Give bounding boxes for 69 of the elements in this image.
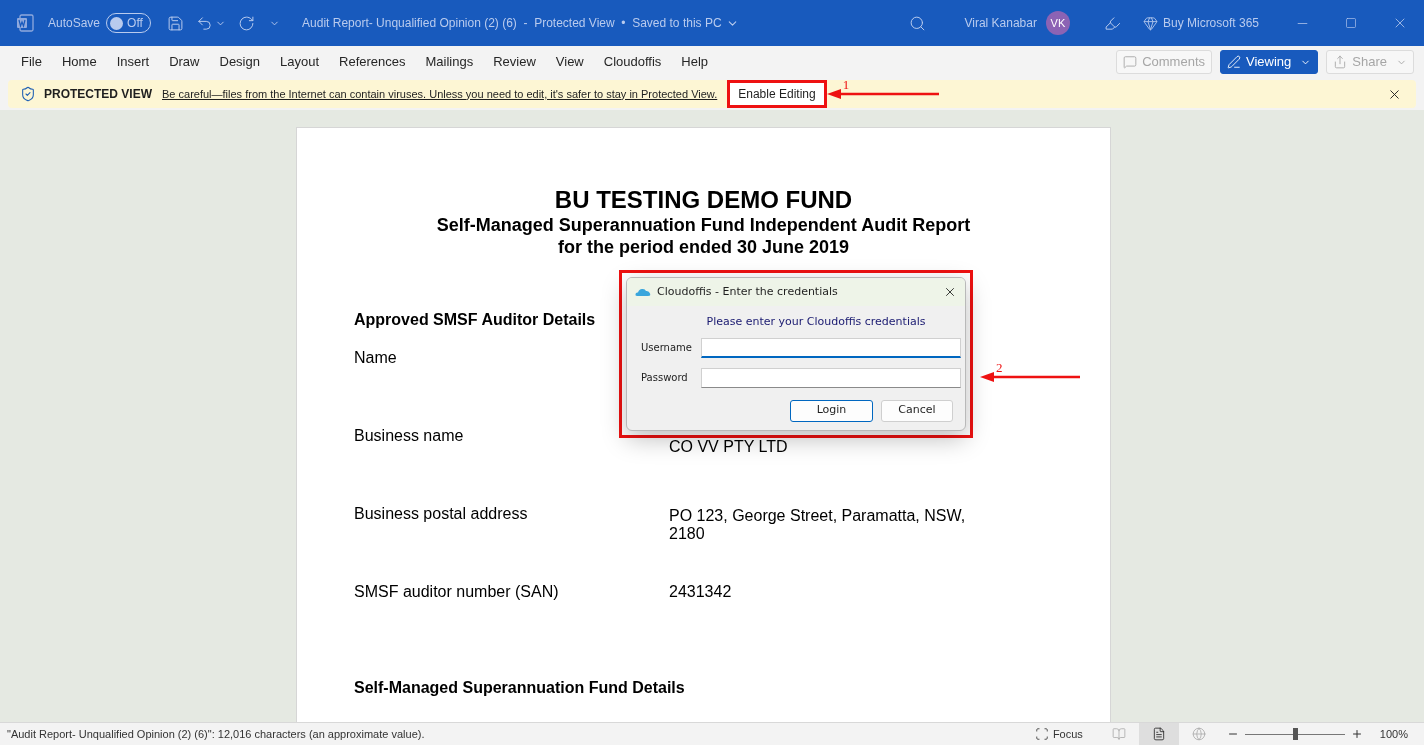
focus-icon: [1034, 727, 1049, 741]
field-value: 2431342: [669, 583, 732, 601]
dialog-prompt: Please enter your Cloudoffis credentials: [706, 314, 926, 330]
zoom-thumb[interactable]: [1292, 728, 1298, 740]
ribbon-tab[interactable]: Help: [681, 52, 709, 72]
buy-link[interactable]: Buy Microsoft 365: [1162, 14, 1259, 32]
zoom-slider[interactable]: [1244, 728, 1345, 740]
document-subtitle: Self-Managed Superannuation Fund Independent Audit Report: [436, 214, 971, 236]
focus-button[interactable]: Focus: [1034, 725, 1083, 743]
viewing-icon: [1227, 55, 1241, 69]
document-subtitle: for the period ended 30 June 2019: [557, 236, 850, 258]
ribbon-tab[interactable]: Cloudoffis: [603, 52, 662, 72]
read-view-icon: [1111, 727, 1126, 741]
ribbon-tab[interactable]: File: [21, 52, 42, 72]
username-field[interactable]: [701, 337, 961, 358]
ribbon-tab[interactable]: Layout: [279, 52, 319, 72]
user-name: Viral Kanabar: [964, 15, 1037, 32]
annotation-number: 1: [842, 76, 850, 94]
save-icon[interactable]: [167, 14, 185, 32]
ribbon-tab[interactable]: References: [339, 52, 406, 72]
document-title: BU TESTING DEMO FUND: [554, 186, 853, 214]
ribbon-tab[interactable]: Home: [61, 52, 97, 72]
ribbon-tab[interactable]: Design: [219, 52, 260, 72]
protected-view-message[interactable]: Be careful—files from the Internet can contain viruses. Unless you need to edit, it's safer to stay in Protected View.: [162, 85, 718, 103]
user-avatar[interactable]: VK: [1045, 11, 1070, 35]
section-heading: Approved SMSF Auditor Details: [354, 310, 596, 330]
word-logo-icon: [16, 14, 34, 32]
field-label: Name: [354, 349, 398, 367]
undo-icon[interactable]: [196, 14, 214, 32]
cloud-logo-icon: [635, 287, 651, 297]
search-icon[interactable]: [909, 14, 927, 32]
password-field[interactable]: [701, 367, 961, 388]
dialog-button[interactable]: Cancel: [881, 399, 953, 422]
field-label: Password: [640, 371, 689, 385]
status-text: "Audit Report- Unqualified Opinion (2) (6)": 12,016 characters (an approximate value).: [7, 726, 425, 742]
redo-icon[interactable]: [238, 14, 256, 32]
enable-editing-button[interactable]: Enable Editing: [730, 83, 824, 105]
viewing-button[interactable]: Viewing: [1220, 50, 1319, 74]
ribbon-tab[interactable]: Draw: [169, 52, 200, 72]
print-view-button[interactable]: [1138, 723, 1179, 745]
dialog-button[interactable]: Login: [790, 399, 873, 422]
shield-icon: [20, 86, 36, 102]
zoom-level[interactable]: 100%: [1379, 725, 1408, 743]
field-value: 2180: [669, 525, 706, 543]
annotation-number: 2: [996, 359, 1003, 377]
ribbon-tab[interactable]: View: [555, 52, 584, 72]
dialog-title: Cloudoffis - Enter the credentials: [657, 283, 838, 300]
print-view-icon: [1151, 727, 1166, 741]
section-heading: Self-Managed Superannuation Fund Details: [354, 678, 685, 698]
maximize-icon[interactable]: [1345, 17, 1357, 29]
field-label: Business postal address: [354, 505, 529, 523]
close-icon[interactable]: [943, 285, 957, 299]
zoom-in-icon[interactable]: [1350, 728, 1363, 740]
ribbon-tab[interactable]: Insert: [116, 52, 150, 72]
protected-view-label: PROTECTED VIEW: [44, 86, 152, 103]
field-value: CO VV PTY LTD: [669, 438, 788, 456]
diamond-icon: [1142, 15, 1158, 31]
comments-icon: [1123, 55, 1138, 69]
window-title: Audit Report- Unqualified Opinion (2) (6) - Protected View • Saved to this PC: [302, 15, 722, 32]
field-label: Business name: [354, 427, 465, 445]
field-label: Username: [640, 341, 693, 355]
ribbon-tab[interactable]: Mailings: [425, 52, 474, 72]
web-view-icon: [1191, 727, 1206, 741]
ribbon-tab[interactable]: Review: [493, 52, 536, 72]
field-label: SMSF auditor number (SAN): [354, 583, 560, 601]
pen-icon[interactable]: [1103, 14, 1121, 32]
autosave-label: AutoSave: [48, 15, 101, 32]
share-icon: [1333, 55, 1348, 69]
field-value: PO 123, George Street, Paramatta, NSW,: [669, 507, 966, 525]
